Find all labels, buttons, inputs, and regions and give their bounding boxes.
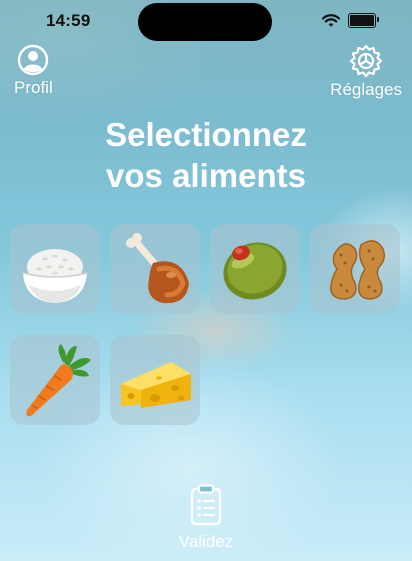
- food-tile-peanuts[interactable]: [310, 224, 400, 314]
- page-title-line-1: Selectionnez: [105, 116, 307, 153]
- status-time: 14:59: [46, 11, 91, 30]
- profile-button[interactable]: Profil: [14, 44, 53, 98]
- food-tile-carrot[interactable]: [10, 335, 100, 425]
- page-title-line-2: vos aliments: [106, 157, 306, 194]
- battery-icon: [348, 13, 379, 28]
- gear-icon: [349, 44, 383, 78]
- clipboard-list-icon: [190, 484, 222, 526]
- dynamic-island: [138, 3, 272, 41]
- food-tile-poultry[interactable]: [110, 224, 200, 314]
- settings-label: Réglages: [330, 80, 402, 99]
- status-icons: [322, 13, 379, 28]
- settings-button[interactable]: Réglages: [330, 44, 402, 100]
- validate-button[interactable]: Validez: [171, 484, 241, 552]
- poultry-leg-icon: [126, 233, 189, 304]
- carrot-icon: [26, 344, 91, 417]
- profile-label: Profil: [14, 78, 53, 97]
- olive-icon: [223, 242, 287, 300]
- food-tile-olive[interactable]: [210, 224, 300, 314]
- peanuts-icon: [330, 240, 386, 300]
- page-title: Selectionnez vos aliments: [0, 114, 412, 196]
- validate-label: Validez: [178, 532, 234, 551]
- wifi-icon: [322, 14, 340, 27]
- food-tile-cheese[interactable]: [110, 335, 200, 425]
- person-circle-icon: [18, 44, 49, 76]
- food-tile-rice[interactable]: [10, 224, 100, 314]
- rice-bowl-icon: [22, 249, 88, 303]
- cheese-icon: [121, 362, 191, 408]
- status-bar: 14:59: [0, 0, 412, 44]
